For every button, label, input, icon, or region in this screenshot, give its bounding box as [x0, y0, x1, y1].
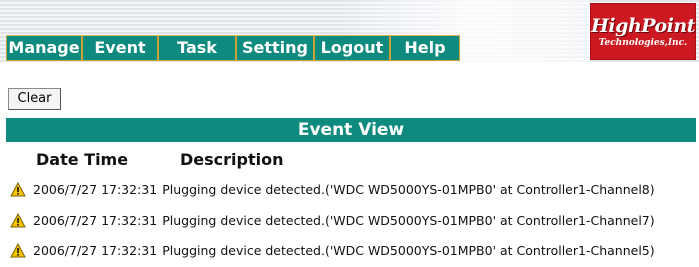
event-row: 2006/7/27 17:32:31 Plugging device detec…: [10, 211, 655, 229]
event-row: 2006/7/27 17:32:31 Plugging device detec…: [10, 180, 655, 198]
event-description: Plugging device detected.('WDC WD5000YS-…: [162, 181, 655, 197]
event-description: Plugging device detected.('WDC WD5000YS-…: [162, 212, 655, 228]
nav-item-logout[interactable]: Logout: [314, 35, 390, 61]
highpoint-logo: HighPoint Technologies,Inc.: [590, 3, 696, 60]
warning-icon: [10, 242, 26, 257]
column-header-description: Description: [180, 150, 284, 169]
warning-icon: [10, 181, 26, 196]
logo-sub-text: Technologies,Inc.: [598, 38, 688, 48]
event-datetime: 2006/7/27 17:32:31: [33, 212, 158, 228]
main-nav: Manage Event Task Setting Logout Help: [6, 35, 460, 61]
logo-main-text: HighPoint: [590, 15, 696, 37]
nav-item-task[interactable]: Task: [158, 35, 236, 61]
event-description: Plugging device detected.('WDC WD5000YS-…: [162, 242, 655, 258]
clear-button[interactable]: Clear: [8, 88, 61, 110]
column-header-datetime: Date Time: [36, 150, 129, 169]
nav-item-help[interactable]: Help: [390, 35, 460, 61]
nav-item-event[interactable]: Event: [82, 35, 158, 61]
warning-icon: [10, 212, 26, 227]
nav-item-manage[interactable]: Manage: [6, 35, 82, 61]
event-datetime: 2006/7/27 17:32:31: [33, 181, 158, 197]
nav-item-setting[interactable]: Setting: [236, 35, 314, 61]
event-row: 2006/7/27 17:32:31 Plugging device detec…: [10, 241, 655, 259]
event-datetime: 2006/7/27 17:32:31: [33, 242, 158, 258]
event-view-title: Event View: [6, 118, 696, 142]
